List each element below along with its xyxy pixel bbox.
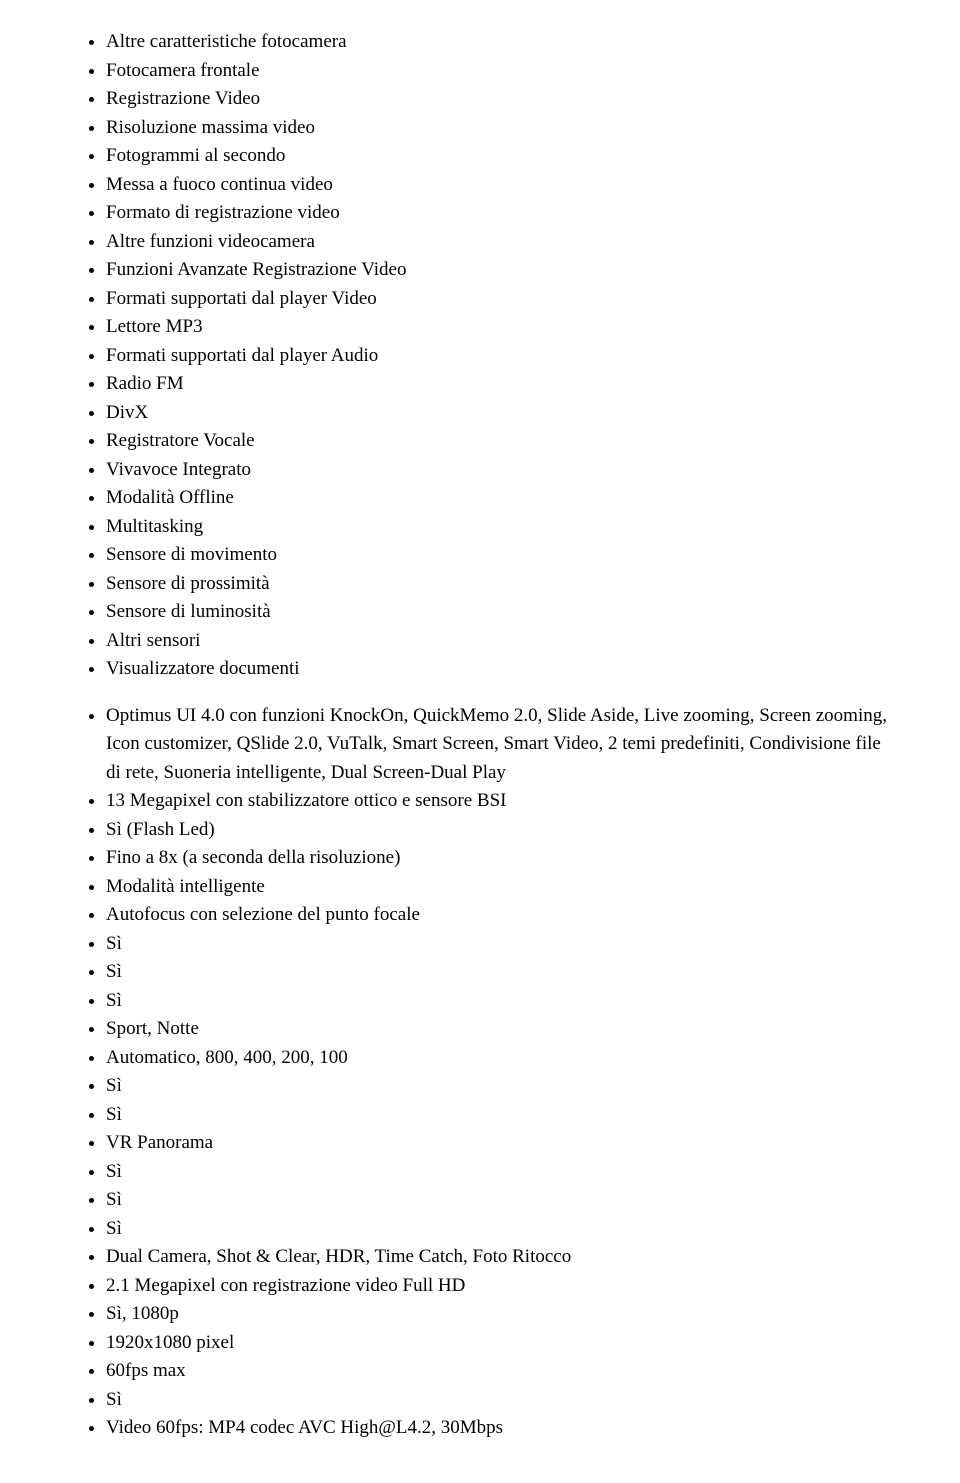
list-item: Vivavoce Integrato bbox=[106, 456, 900, 485]
list-item: Sì bbox=[106, 1386, 900, 1415]
list-item: Registratore Vocale bbox=[106, 427, 900, 456]
list-item: Altri sensori bbox=[106, 627, 900, 656]
list-item: Autofocus con selezione del punto focale bbox=[106, 901, 900, 930]
list-item: Dual Camera, Shot & Clear, HDR, Time Cat… bbox=[106, 1243, 900, 1272]
list-item: Sì bbox=[106, 1101, 900, 1130]
list-item: Formati supportati dal player Audio bbox=[106, 342, 900, 371]
list-item: Modalità Offline bbox=[106, 484, 900, 513]
list-item: 13 Megapixel con stabilizzatore ottico e… bbox=[106, 787, 900, 816]
list-item: Sensore di luminosità bbox=[106, 598, 900, 627]
list-item: Automatico, 800, 400, 200, 100 bbox=[106, 1044, 900, 1073]
list-item: Sì, 1080p bbox=[106, 1300, 900, 1329]
list-item: Formato di registrazione video bbox=[106, 199, 900, 228]
list-item: Sì (Flash Led) bbox=[106, 816, 900, 845]
list-item: Lettore MP3 bbox=[106, 313, 900, 342]
list-item: 60fps max bbox=[106, 1357, 900, 1386]
list-item: 1920x1080 pixel bbox=[106, 1329, 900, 1358]
list-item: Modalità intelligente bbox=[106, 873, 900, 902]
list-item: Sensore di movimento bbox=[106, 541, 900, 570]
list-item: Fotocamera frontale bbox=[106, 57, 900, 86]
list-item: Sì bbox=[106, 1072, 900, 1101]
list-item: Messa a fuoco continua video bbox=[106, 171, 900, 200]
list-item: Sensore di prossimità bbox=[106, 570, 900, 599]
list-item: Sì bbox=[106, 958, 900, 987]
list-item: Optimus UI 4.0 con funzioni KnockOn, Qui… bbox=[106, 702, 900, 788]
list-item: Altre funzioni videocamera bbox=[106, 228, 900, 257]
list-item: Altre caratteristiche fotocamera bbox=[106, 28, 900, 57]
feature-values-list: Optimus UI 4.0 con funzioni KnockOn, Qui… bbox=[60, 702, 900, 1443]
list-item: Risoluzione massima video bbox=[106, 114, 900, 143]
list-item: Sì bbox=[106, 930, 900, 959]
list-item: Multitasking bbox=[106, 513, 900, 542]
list-item: Formati supportati dal player Video bbox=[106, 285, 900, 314]
list-item: Registrazione Video bbox=[106, 85, 900, 114]
list-item: Sport, Notte bbox=[106, 1015, 900, 1044]
list-item: Video 60fps: MP4 codec AVC High@L4.2, 30… bbox=[106, 1414, 900, 1443]
list-item: Sì bbox=[106, 987, 900, 1016]
list-item: Fino a 8x (a seconda della risoluzione) bbox=[106, 844, 900, 873]
list-item: Sì bbox=[106, 1186, 900, 1215]
list-item: DivX bbox=[106, 399, 900, 428]
list-item: Radio FM bbox=[106, 370, 900, 399]
list-item: 2.1 Megapixel con registrazione video Fu… bbox=[106, 1272, 900, 1301]
list-item: Visualizzatore documenti bbox=[106, 655, 900, 684]
list-item: Sì bbox=[106, 1215, 900, 1244]
feature-labels-list: Altre caratteristiche fotocamera Fotocam… bbox=[60, 28, 900, 684]
list-item: Funzioni Avanzate Registrazione Video bbox=[106, 256, 900, 285]
list-item: VR Panorama bbox=[106, 1129, 900, 1158]
list-item: Sì bbox=[106, 1158, 900, 1187]
list-item: Fotogrammi al secondo bbox=[106, 142, 900, 171]
